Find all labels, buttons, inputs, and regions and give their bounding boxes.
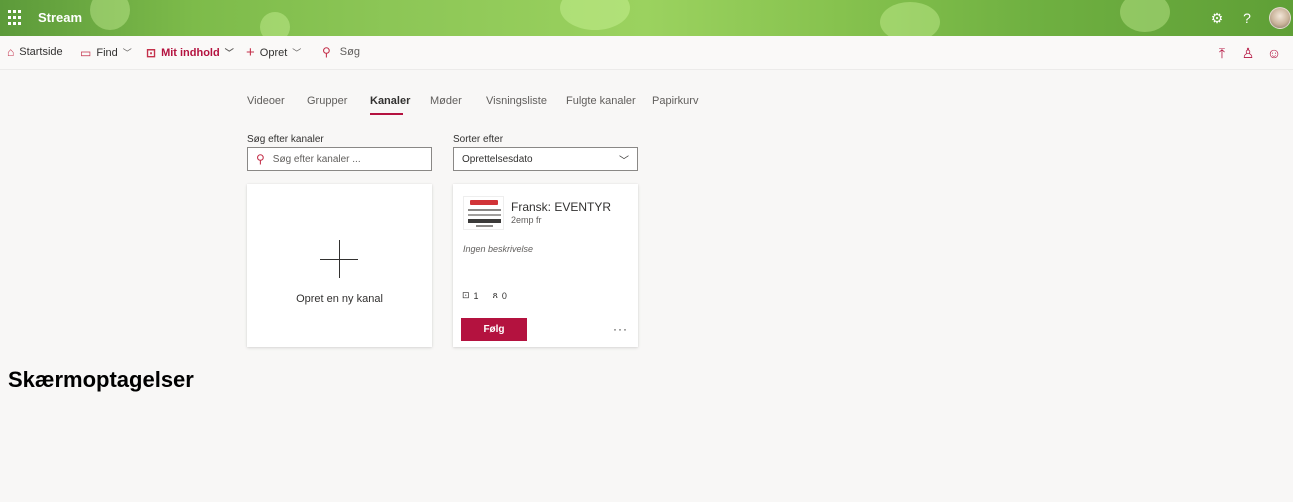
app-title[interactable]: Stream: [38, 10, 82, 25]
find-label: Find: [96, 46, 118, 59]
create-channel-card[interactable]: Opret en ny kanal: [247, 184, 432, 347]
upload-icon[interactable]: ⤒: [1214, 45, 1230, 62]
search-icon: ⚲: [322, 45, 331, 59]
section-heading: Skærmoptagelser: [8, 367, 194, 392]
help-icon[interactable]: ?: [1238, 9, 1256, 27]
active-tab-indicator: [370, 113, 403, 115]
settings-icon[interactable]: ⚙: [1208, 9, 1226, 27]
search-channels-label: Søg efter kanaler: [247, 134, 324, 145]
search-label: Søg: [339, 46, 360, 58]
create-menu[interactable]: + Opret ﹀: [246, 43, 302, 61]
tab-groups[interactable]: Grupper: [307, 95, 347, 107]
home-icon: ⌂: [7, 45, 15, 59]
find-icon: ▭: [80, 45, 92, 60]
plus-icon: +: [246, 43, 255, 61]
follow-button[interactable]: Følg: [461, 318, 527, 341]
tab-videos[interactable]: Videoer: [247, 95, 285, 107]
sort-dropdown[interactable]: Oprettelsesdato ﹀: [453, 147, 638, 171]
chevron-down-icon: ﹀: [224, 48, 234, 58]
video-icon: ⊡: [146, 45, 157, 60]
banner-decoration: [560, 0, 630, 30]
sort-label: Sorter efter: [453, 134, 504, 145]
my-content-menu[interactable]: ⊡ Mit indhold ﹀: [146, 46, 234, 59]
plus-icon: [320, 259, 358, 260]
tab-channels[interactable]: Kanaler: [370, 95, 410, 107]
banner-decoration: [260, 12, 290, 36]
tab-meetings[interactable]: Møder: [430, 95, 462, 107]
tab-recycle-bin[interactable]: Papirkurv: [652, 95, 698, 107]
smiley-icon[interactable]: ☺: [1266, 45, 1282, 61]
tab-followed-channels[interactable]: Fulgte kanaler: [566, 95, 636, 107]
search-channels-box[interactable]: ⚲: [247, 147, 432, 171]
video-count: 1: [473, 290, 479, 301]
create-channel-label: Opret en ny kanal: [296, 293, 383, 305]
search-command[interactable]: ⚲ Søg: [322, 46, 360, 58]
chevron-down-icon: ﹀: [619, 155, 629, 167]
home-label: Startside: [19, 46, 63, 58]
search-icon: ⚲: [256, 152, 265, 166]
channel-card[interactable]: Fransk: EVENTYR 2emp fr Ingen beskrivels…: [453, 184, 638, 347]
banner-decoration: [1120, 0, 1170, 32]
channel-description: Ingen beskrivelse: [463, 244, 534, 254]
home-button[interactable]: ⌂ Startside: [7, 46, 63, 58]
chevron-down-icon: ﹀: [292, 48, 302, 58]
tab-watchlist[interactable]: Visningsliste: [486, 95, 547, 107]
waffle-icon[interactable]: [8, 10, 24, 26]
suite-header: Stream ⚙ ?: [0, 0, 1293, 36]
my-content-label: Mit indhold: [161, 46, 220, 59]
avatar[interactable]: [1269, 7, 1291, 29]
banner-decoration: [880, 2, 940, 36]
channel-thumbnail[interactable]: [463, 196, 504, 230]
follower-count: 0: [501, 290, 507, 301]
banner-decoration: [90, 0, 130, 30]
followers-icon: ጸ: [492, 290, 498, 300]
person-icon[interactable]: ♙: [1240, 45, 1256, 62]
chevron-down-icon: ﹀: [122, 48, 132, 58]
channel-stats: ⊡ 1 ጸ 0: [462, 290, 507, 301]
create-label: Opret: [259, 46, 288, 59]
channel-owner: 2emp fr: [511, 215, 542, 225]
sort-selected-value: Oprettelsesdato: [462, 153, 533, 165]
command-bar: ⌂ Startside ▭ Find ﹀ ⊡ Mit indhold ﹀ + O…: [0, 36, 1293, 70]
more-options-button[interactable]: ···: [613, 322, 628, 336]
search-channels-input[interactable]: [272, 153, 423, 165]
channel-title[interactable]: Fransk: EVENTYR: [511, 200, 611, 214]
find-menu[interactable]: ▭ Find ﹀: [80, 46, 132, 59]
video-icon: ⊡: [462, 290, 470, 300]
